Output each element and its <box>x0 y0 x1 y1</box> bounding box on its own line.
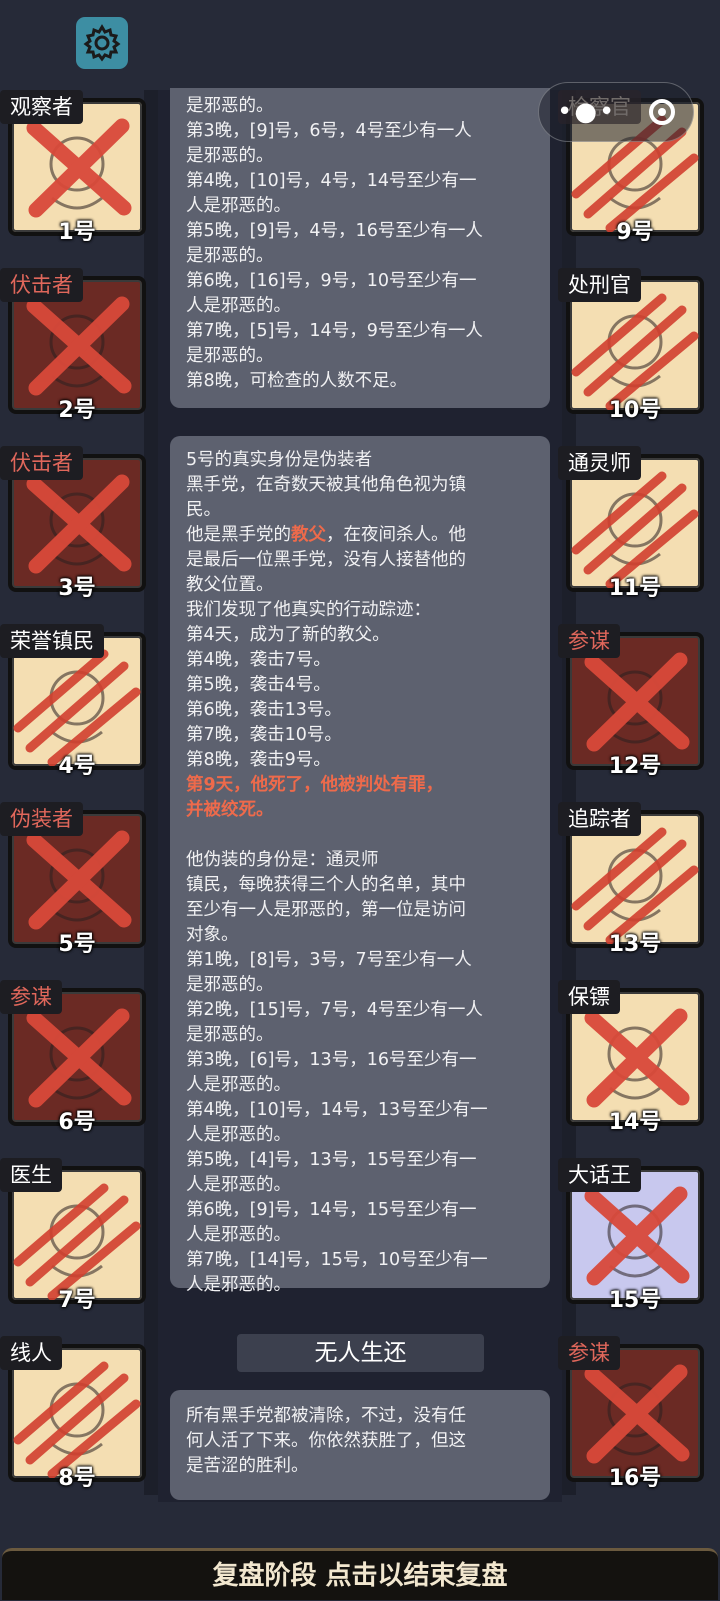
gear-icon <box>83 24 121 62</box>
player-number: 9号 <box>616 220 654 245</box>
player-card[interactable]: 观察者 1号 <box>0 90 146 245</box>
player-number: 15号 <box>608 1288 662 1313</box>
role-tag: 追踪者 <box>558 802 641 836</box>
result-card: 所有黑手党都被清除，不过，没有任 何人活了下来。你依然获胜了，但这 是苦涩的胜利… <box>170 1390 550 1500</box>
player-card[interactable]: 参谋 12号 <box>558 624 704 779</box>
role-tag: 处刑官 <box>558 268 641 302</box>
player-card[interactable]: 保镖 14号 <box>558 980 704 1135</box>
role-tag: 参谋 <box>558 1336 620 1370</box>
player-number: 13号 <box>608 932 662 957</box>
player-number: 3号 <box>58 576 96 601</box>
track-line: 第5晚，袭击4号。 <box>186 675 331 695</box>
player-card[interactable]: 线人 8号 <box>0 1336 146 1491</box>
role-tag: 医生 <box>0 1158 62 1192</box>
player-card[interactable]: 通灵师 11号 <box>558 446 704 601</box>
reveal-desc: 黑手党，在奇数天被其他角色视为镇 民。 <box>186 475 466 520</box>
night-line: 第2晚，[15]号，7号，4号至少有一人 是邪恶的。 <box>186 1000 483 1045</box>
role-tag: 伏击者 <box>0 446 83 480</box>
player-number: 8号 <box>58 1466 96 1491</box>
player-card[interactable]: 处刑官 10号 <box>558 268 704 423</box>
player-number: 5号 <box>58 932 96 957</box>
player-card[interactable]: 大话王 15号 <box>558 1158 704 1313</box>
player-card[interactable]: 伏击者 3号 <box>0 446 146 601</box>
night-line: 第5晚，[4]号，13号，15号至少有一 人是邪恶的。 <box>186 1150 477 1195</box>
disguise-desc: 镇民，每晚获得三个人的名单，其中 至少有一人是邪恶的，第一位是访问 对象。 <box>186 875 466 945</box>
track-line: 第4晚，袭击7号。 <box>186 650 331 670</box>
role-tag: 观察者 <box>0 90 83 124</box>
night-line: 第3晚，[6]号，13号，16号至少有一 人是邪恶的。 <box>186 1050 477 1095</box>
player-number: 1号 <box>58 220 96 245</box>
night-line: 第7晚，[14]号，15号，10号至少有一 人是邪恶的。 <box>186 1250 488 1295</box>
track-line: 第6晚，袭击13号。 <box>186 700 342 720</box>
track-line: 第7晚，袭击10号。 <box>186 725 342 745</box>
close-ring-icon[interactable] <box>649 99 675 125</box>
player-card[interactable]: 伪装者 5号 <box>0 802 146 957</box>
log-line: 第8晚，可检查的人数不足。 <box>186 371 408 391</box>
godfather-text: 他是黑手党的教父，在夜间杀人。他 是最后一位黑手党，没有人接替他的 教父位置。 <box>186 525 466 595</box>
disguise-title: 他伪装的身份是：通灵师 <box>186 850 379 870</box>
role-tag: 伪装者 <box>0 802 83 836</box>
role-tag: 线人 <box>0 1336 62 1370</box>
player-card[interactable]: 荣誉镇民 4号 <box>0 624 146 779</box>
result-text: 所有黑手党都被清除，不过，没有任 何人活了下来。你依然获胜了，但这 是苦涩的胜利… <box>186 1406 466 1476</box>
player-number: 14号 <box>608 1110 662 1135</box>
log-line: 第5晚，[9]号，4号，16号至少有一人 是邪恶的。 <box>186 221 483 266</box>
role-tag: 通灵师 <box>558 446 641 480</box>
log-line: 第7晚，[5]号，14号，9号至少有一人 是邪恶的。 <box>186 321 483 366</box>
role-tag: 保镖 <box>558 980 620 1014</box>
night-line: 第6晚，[9]号，14号，15号至少有一 人是邪恶的。 <box>186 1200 477 1245</box>
player-number: 10号 <box>608 398 662 423</box>
player-number: 16号 <box>608 1466 662 1491</box>
role-tag: 伏击者 <box>0 268 83 302</box>
reveal-title: 5号的真实身份是伪装者 <box>186 450 373 470</box>
night-line: 第1晚，[8]号，3号，7号至少有一人 是邪恶的。 <box>186 950 472 995</box>
disguise-nights-list: 第1晚，[8]号，3号，7号至少有一人 是邪恶的。 第2晚，[15]号，7号，4号… <box>186 948 534 1298</box>
outcome-banner: 无人生还 <box>237 1334 484 1372</box>
player-number: 7号 <box>58 1288 96 1313</box>
track-title: 我们发现了他真实的行动踪迹： <box>186 600 431 620</box>
inspection-log-lines: 是邪恶的。第3晚，[9]号，6号，4号至少有一人 是邪恶的。 第4晚，[10]号，… <box>186 94 534 394</box>
track-line: 第8晚，袭击9号。 <box>186 750 331 770</box>
track-list: 第4天，成为了新的教父。 第4晚，袭击7号。 第5晚，袭击4号。 第6晚，袭击13号。… <box>186 623 534 773</box>
player-card[interactable]: 参谋 6号 <box>0 980 146 1135</box>
role-tag: 参谋 <box>0 980 62 1014</box>
player-card[interactable]: 伏击者 2号 <box>0 268 146 423</box>
role-tag: 参谋 <box>558 624 620 658</box>
player-number: 11号 <box>608 576 662 601</box>
left-column-strip <box>144 90 158 1495</box>
inspection-log-card: 是邪恶的。第3晚，[9]号，6号，4号至少有一人 是邪恶的。 第4晚，[10]号，… <box>170 88 550 408</box>
log-line: 第6晚，[16]号，9号，10号至少有一 人是邪恶的。 <box>186 271 477 316</box>
player-number: 6号 <box>58 1110 96 1135</box>
death-text: 第9天，他死了，他被判处有罪， 并被绞死。 <box>186 775 444 820</box>
log-line: 第4晚，[10]号，4号，14号至少有一 人是邪恶的。 <box>186 171 477 216</box>
end-review-button[interactable]: 复盘阶段 点击以结束复盘 <box>2 1548 718 1600</box>
player-number: 12号 <box>608 754 662 779</box>
role-tag: 大话王 <box>558 1158 641 1192</box>
track-line: 第4天，成为了新的教父。 <box>186 625 390 645</box>
log-line: 是邪恶的。 <box>186 96 274 116</box>
player-card[interactable]: 追踪者 13号 <box>558 802 704 957</box>
settings-button[interactable] <box>76 17 128 69</box>
more-dots-icon[interactable]: •●• <box>557 99 616 125</box>
night-line: 第4晚，[10]号，14号，13号至少有一 人是邪恶的。 <box>186 1100 488 1145</box>
role-tag: 荣誉镇民 <box>0 624 104 658</box>
player-number: 2号 <box>58 398 96 423</box>
player-number: 4号 <box>58 754 96 779</box>
mini-program-capsule[interactable]: •●• <box>538 82 694 142</box>
log-line: 第3晚，[9]号，6号，4号至少有一人 是邪恶的。 <box>186 121 472 166</box>
player-card[interactable]: 医生 7号 <box>0 1158 146 1313</box>
identity-reveal-card: 5号的真实身份是伪装者 黑手党，在奇数天被其他角色视为镇 民。 他是黑手党的教父… <box>170 436 550 1295</box>
player-card[interactable]: 参谋 16号 <box>558 1336 704 1491</box>
